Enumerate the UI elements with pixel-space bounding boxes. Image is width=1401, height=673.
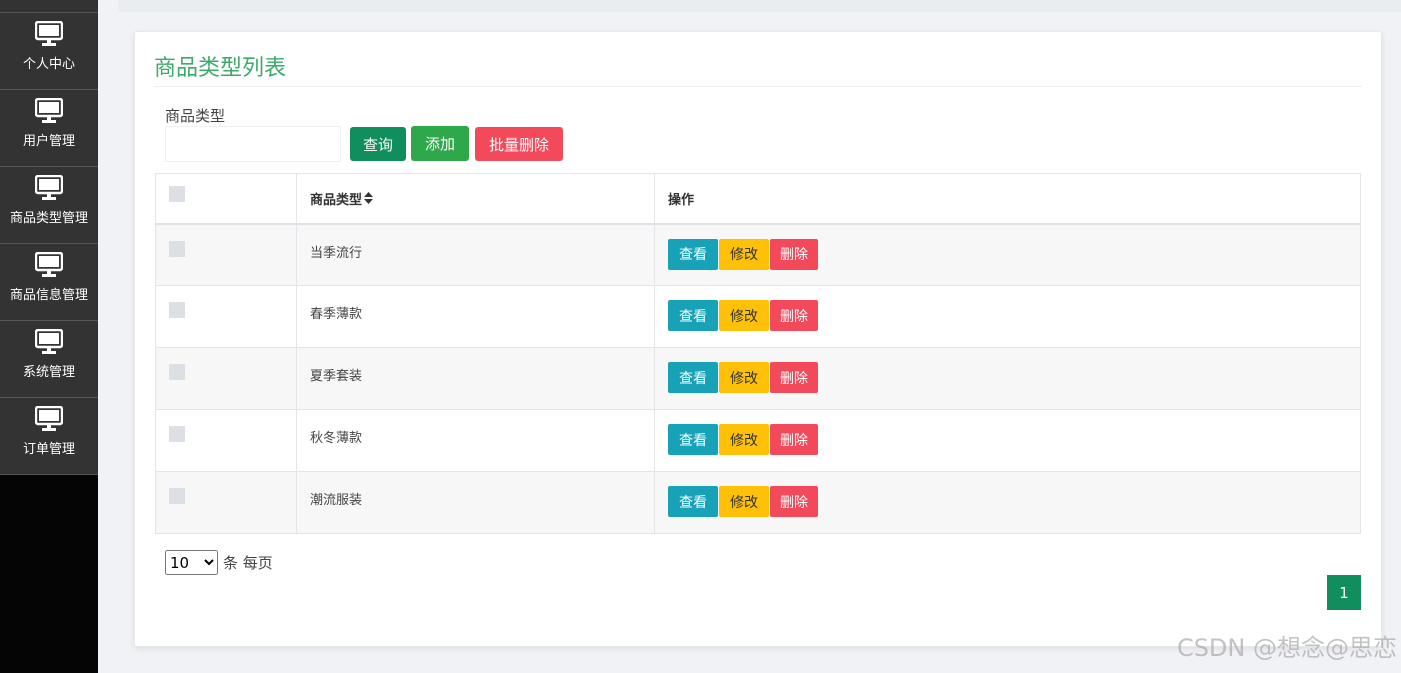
row-type-cell: 当季流行: [296, 223, 655, 286]
batch-delete-button[interactable]: 批量删除: [475, 127, 563, 161]
sidebar-item-label: 商品信息管理: [9, 288, 88, 303]
delete-button[interactable]: 删除: [770, 362, 818, 393]
row-select-cell: [155, 285, 297, 348]
view-button[interactable]: 查看: [668, 300, 718, 331]
sidebar-item-order-management[interactable]: 订单管理: [0, 398, 98, 475]
monitor-icon: [34, 406, 64, 432]
row-actions: 查看 修改 删除: [656, 226, 1359, 270]
sort-icon[interactable]: [364, 192, 374, 208]
delete-button[interactable]: 删除: [770, 238, 818, 270]
table-row: 秋冬薄款 查看 修改 删除: [155, 409, 1361, 472]
sidebar-item-user-management[interactable]: 用户管理: [0, 90, 98, 167]
table-row: 潮流服装 查看 修改 删除: [155, 471, 1361, 534]
row-checkbox[interactable]: [169, 488, 185, 504]
edit-button[interactable]: 修改: [719, 362, 769, 393]
title-divider: [154, 86, 1362, 87]
page-number-button[interactable]: 1: [1327, 575, 1361, 610]
row-actions: 查看 修改 删除: [656, 349, 1359, 393]
view-button[interactable]: 查看: [668, 424, 718, 455]
sidebar-item-product-info-management[interactable]: 商品信息管理: [0, 244, 98, 321]
product-type-name: 春季薄款: [310, 307, 363, 322]
page-title: 商品类型列表: [154, 56, 287, 81]
monitor-icon: [34, 252, 64, 278]
sidebar-item-product-type-management[interactable]: 商品类型管理: [0, 167, 98, 244]
row-actions-cell: 查看 修改 删除: [654, 347, 1361, 410]
row-checkbox[interactable]: [169, 240, 185, 257]
monitor-icon: [34, 175, 64, 201]
monitor-icon: [34, 98, 64, 124]
header-select-all: [155, 173, 297, 225]
table-row: 当季流行 查看 修改 删除: [155, 223, 1361, 286]
view-button[interactable]: 查看: [668, 362, 718, 393]
search-input[interactable]: [165, 126, 341, 162]
table-header-row: 商品类型 操作: [155, 173, 1361, 225]
page-size-control: 10 条 每页: [165, 550, 273, 575]
product-type-name: 当季流行: [310, 245, 363, 261]
select-all-checkbox[interactable]: [169, 185, 185, 202]
view-button[interactable]: 查看: [668, 238, 718, 270]
row-type-cell: 秋冬薄款: [296, 409, 655, 472]
row-type-cell: 夏季套装: [296, 347, 655, 410]
row-checkbox[interactable]: [169, 426, 185, 442]
row-actions-cell: 查看 修改 删除: [654, 409, 1361, 472]
row-select-cell: [155, 471, 297, 534]
sidebar-item-personal-center[interactable]: 个人中心: [0, 13, 98, 90]
edit-button[interactable]: 修改: [719, 424, 769, 455]
column-header-product-type: 商品类型: [310, 192, 363, 208]
view-button[interactable]: 查看: [668, 486, 718, 517]
row-select-cell: [155, 347, 297, 410]
row-actions-cell: 查看 修改 删除: [654, 285, 1361, 348]
product-type-name: 秋冬薄款: [310, 431, 363, 446]
edit-button[interactable]: 修改: [719, 486, 769, 517]
delete-button[interactable]: 删除: [770, 424, 818, 455]
product-type-name: 夏季套装: [310, 369, 363, 384]
content-card: 商品类型列表 商品类型 查询 添加 批量删除 商品类型 操作 当季流行 查看 修…: [134, 31, 1382, 647]
row-actions-cell: 查看 修改 删除: [654, 223, 1361, 286]
delete-button[interactable]: 删除: [770, 300, 818, 331]
product-type-name: 潮流服装: [310, 493, 363, 508]
row-select-cell: [155, 223, 297, 286]
edit-button[interactable]: 修改: [719, 300, 769, 331]
monitor-icon: [34, 21, 64, 47]
row-actions-cell: 查看 修改 删除: [654, 471, 1361, 534]
sidebar-item-label: 系统管理: [22, 365, 75, 380]
per-page-label: 条 每页: [223, 554, 273, 572]
sidebar-top-strip: [0, 0, 98, 13]
row-actions: 查看 修改 删除: [656, 473, 1359, 517]
table-row: 春季薄款 查看 修改 删除: [155, 285, 1361, 348]
column-header-actions: 操作: [668, 192, 695, 208]
row-actions: 查看 修改 删除: [656, 287, 1359, 331]
product-type-table: 商品类型 操作 当季流行 查看 修改 删除 春季薄款 查看 修改 删除 夏季套装…: [155, 173, 1361, 534]
row-checkbox[interactable]: [169, 302, 185, 318]
sidebar-item-label: 用户管理: [22, 134, 75, 149]
edit-button[interactable]: 修改: [719, 238, 769, 270]
watermark: CSDN @想念@思恋: [1176, 634, 1397, 662]
row-type-cell: 春季薄款: [296, 285, 655, 348]
sidebar-item-label: 订单管理: [22, 442, 75, 457]
monitor-icon: [34, 329, 64, 355]
add-button[interactable]: 添加: [411, 126, 469, 161]
query-button[interactable]: 查询: [350, 127, 406, 161]
delete-button[interactable]: 删除: [770, 486, 818, 517]
sidebar-item-label: 个人中心: [22, 57, 75, 72]
page-size-select[interactable]: 10: [165, 550, 218, 575]
sidebar: 个人中心 用户管理 商品类型管理 商品信息管理 系统管理 订单管理: [0, 0, 98, 673]
search-label: 商品类型: [165, 107, 226, 125]
row-type-cell: 潮流服装: [296, 471, 655, 534]
row-actions: 查看 修改 删除: [656, 411, 1359, 455]
header-actions: 操作: [654, 173, 1361, 225]
sidebar-item-system-management[interactable]: 系统管理: [0, 321, 98, 398]
row-checkbox[interactable]: [169, 364, 185, 380]
row-select-cell: [155, 409, 297, 472]
header-product-type[interactable]: 商品类型: [296, 173, 655, 225]
table-row: 夏季套装 查看 修改 删除: [155, 347, 1361, 410]
top-strip: [118, 0, 1401, 12]
sidebar-item-label: 商品类型管理: [9, 211, 88, 226]
